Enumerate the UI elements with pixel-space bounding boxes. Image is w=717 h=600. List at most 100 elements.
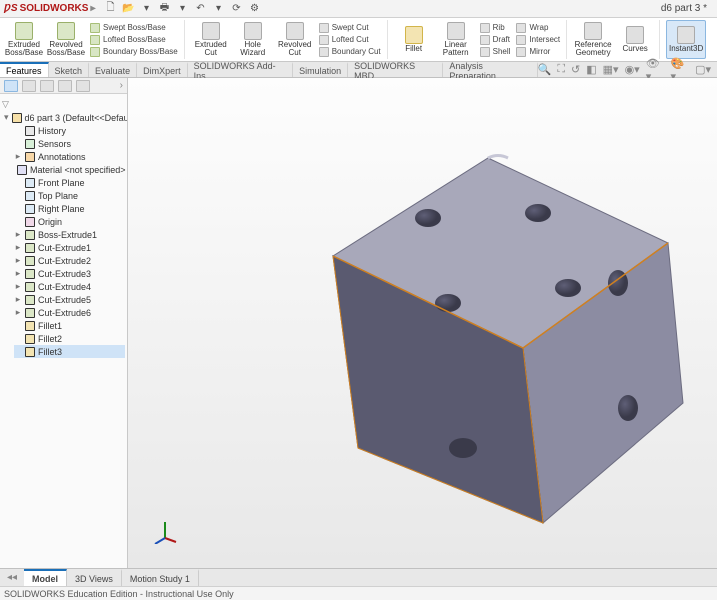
wrap-button[interactable]: Wrap (514, 22, 562, 34)
rebuild-icon[interactable]: ⟳ (229, 2, 243, 16)
view-toolbar: 🔍 ⛶ ↺ ◧ ▦▾ ◉▾ 👁▾ 🎨▾ ▢▾ (538, 62, 717, 77)
tree-root[interactable]: ▾d6 part 3 (Default<<Default>_Display (4, 111, 125, 124)
bottom-tab-motion-study-1[interactable]: Motion Study 1 (122, 569, 199, 586)
open-file-icon[interactable]: 📂 (121, 2, 135, 16)
ribbon: Extruded Boss/Base Revolved Boss/Base Sw… (0, 18, 717, 62)
tree-item-origin[interactable]: Origin (14, 215, 125, 228)
tree-expand-icon[interactable]: ▸ (14, 281, 22, 292)
cmd-tab-evaluate[interactable]: Evaluate (89, 62, 137, 77)
tree-expand-icon[interactable]: ▸ (14, 294, 22, 305)
cmd-tab-analysis-preparation[interactable]: Analysis Preparation (443, 62, 537, 77)
tree-item-icon (25, 334, 35, 344)
tree-item-history[interactable]: History (14, 124, 125, 137)
tree-item-icon (25, 256, 35, 266)
quick-access-toolbar: 🗋 📂 ▾ 🖶 ▾ ↶ ▾ ⟳ ⚙ (103, 2, 261, 16)
bottom-tab-model[interactable]: Model (24, 569, 67, 586)
cmd-tab-solidworks-add-ins[interactable]: SOLIDWORKS Add-Ins (188, 62, 294, 77)
boundary-boss-button[interactable]: Boundary Boss/Base (88, 46, 180, 58)
scene-icon[interactable]: ▢▾ (695, 63, 711, 76)
tree-item-cut-extrude4[interactable]: ▸Cut-Extrude4 (14, 280, 125, 293)
fm-tab-design-tree[interactable] (4, 80, 18, 92)
tree-item-cut-extrude1[interactable]: ▸Cut-Extrude1 (14, 241, 125, 254)
lofted-boss-label: Lofted Boss/Base (103, 35, 166, 44)
tree-filter-icon[interactable]: ▽ (2, 99, 9, 110)
zoom-fit-icon[interactable]: 🔍 (538, 63, 552, 76)
tree-item-sensors[interactable]: Sensors (14, 137, 125, 150)
cmd-tab-solidworks-mbd[interactable]: SOLIDWORKS MBD (348, 62, 443, 77)
tree-item-fillet3[interactable]: Fillet3 (14, 345, 125, 358)
cmd-tab-features[interactable]: Features (0, 62, 49, 77)
tree-expand-icon[interactable]: ▸ (14, 242, 22, 253)
hole-wizard-button[interactable]: Hole Wizard (233, 20, 273, 59)
cmd-tab-sketch[interactable]: Sketch (49, 62, 90, 77)
fm-tab-display[interactable] (76, 80, 90, 92)
tree-item-fillet2[interactable]: Fillet2 (14, 332, 125, 345)
tree-item-top-plane[interactable]: Top Plane (14, 189, 125, 202)
tree-item-fillet1[interactable]: Fillet1 (14, 319, 125, 332)
rib-button[interactable]: Rib (478, 22, 513, 34)
instant3d-group: Instant3D (666, 20, 710, 59)
tree-item-cut-extrude3[interactable]: ▸Cut-Extrude3 (14, 267, 125, 280)
reference-geometry-button[interactable]: Reference Geometry (573, 20, 613, 59)
display-style-icon[interactable]: ◉▾ (625, 63, 640, 76)
tree-item-cut-extrude2[interactable]: ▸Cut-Extrude2 (14, 254, 125, 267)
zoom-area-icon[interactable]: ⛶ (557, 63, 565, 76)
lofted-boss-button[interactable]: Lofted Boss/Base (88, 34, 180, 46)
tree-item-annotations[interactable]: ▸Annotations (14, 150, 125, 163)
tree-item-boss-extrude1[interactable]: ▸Boss-Extrude1 (14, 228, 125, 241)
section-view-icon[interactable]: ◧ (586, 63, 596, 76)
extruded-boss-button[interactable]: Extruded Boss/Base (4, 20, 44, 59)
boundary-cut-button[interactable]: Boundary Cut (317, 46, 383, 58)
chevron-right-icon[interactable]: ▸ (90, 3, 95, 14)
fm-tab-config[interactable] (40, 80, 54, 92)
cmd-tab-dimxpert[interactable]: DimXpert (137, 62, 188, 77)
tree-item-icon (17, 165, 27, 175)
shell-button[interactable]: Shell (478, 46, 513, 58)
tree-expand-icon[interactable]: ▸ (14, 229, 22, 240)
tree-expand-icon[interactable]: ▸ (14, 307, 22, 318)
tree-item-right-plane[interactable]: Right Plane (14, 202, 125, 215)
tree-item-cut-extrude5[interactable]: ▸Cut-Extrude5 (14, 293, 125, 306)
instant3d-label: Instant3D (669, 45, 703, 53)
linear-pattern-button[interactable]: Linear Pattern (436, 20, 476, 59)
bottom-tab-3d-views[interactable]: 3D Views (67, 569, 122, 586)
swept-boss-button[interactable]: Swept Boss/Base (88, 22, 180, 34)
curves-button[interactable]: Curves (615, 20, 655, 59)
revolved-cut-button[interactable]: Revolved Cut (275, 20, 315, 59)
orientation-triad[interactable] (152, 518, 178, 544)
fm-tab-property[interactable] (22, 80, 36, 92)
tree-item-cut-extrude6[interactable]: ▸ Cut-Extrude6 (14, 306, 125, 319)
extruded-cut-button[interactable]: Extruded Cut (191, 20, 231, 59)
feature-group: Fillet Linear Pattern Rib Draft Shell Wr… (394, 20, 567, 59)
swept-cut-button[interactable]: Swept Cut (317, 22, 383, 34)
fm-tab-dimxpert[interactable] (58, 80, 72, 92)
tree-item-front-plane[interactable]: Front Plane (14, 176, 125, 189)
tree-expand-icon[interactable]: ▸ (14, 151, 22, 162)
mirror-button[interactable]: Mirror (514, 46, 562, 58)
fillet-button[interactable]: Fillet (394, 20, 434, 59)
redo-icon[interactable]: ▾ (211, 2, 225, 16)
view-orientation-icon[interactable]: ▦▾ (603, 63, 619, 76)
prev-view-icon[interactable]: ↺ (571, 63, 580, 76)
tree-expand-icon[interactable]: ▸ (14, 255, 22, 266)
new-file-icon[interactable]: 🗋 (103, 2, 117, 16)
tree-item-label: Cut-Extrude6 (38, 308, 91, 318)
save-icon[interactable]: ▾ (139, 2, 153, 16)
print-icon[interactable]: 🖶 (157, 2, 171, 16)
lofted-cut-button[interactable]: Lofted Cut (317, 34, 383, 46)
revolved-boss-button[interactable]: Revolved Boss/Base (46, 20, 86, 59)
graphics-viewport[interactable] (128, 78, 717, 568)
undo-icon[interactable]: ↶ (193, 2, 207, 16)
tree-expand-icon[interactable]: ▸ (14, 268, 22, 279)
extruded-boss-label: Extruded Boss/Base (4, 41, 44, 57)
instant3d-button[interactable]: Instant3D (666, 20, 706, 59)
fm-tabs-overflow-icon[interactable]: › (120, 80, 123, 91)
bottom-tab-scroll-left-icon[interactable]: ◂◂ (0, 569, 24, 586)
intersect-button[interactable]: Intersect (514, 34, 562, 46)
cmd-tab-simulation[interactable]: Simulation (293, 62, 348, 77)
draft-button[interactable]: Draft (478, 34, 513, 46)
export-icon[interactable]: ▾ (175, 2, 189, 16)
rib-label: Rib (493, 23, 505, 32)
tree-item-material-not-specified-[interactable]: Material <not specified> (14, 163, 125, 176)
options-icon[interactable]: ⚙ (247, 2, 261, 16)
